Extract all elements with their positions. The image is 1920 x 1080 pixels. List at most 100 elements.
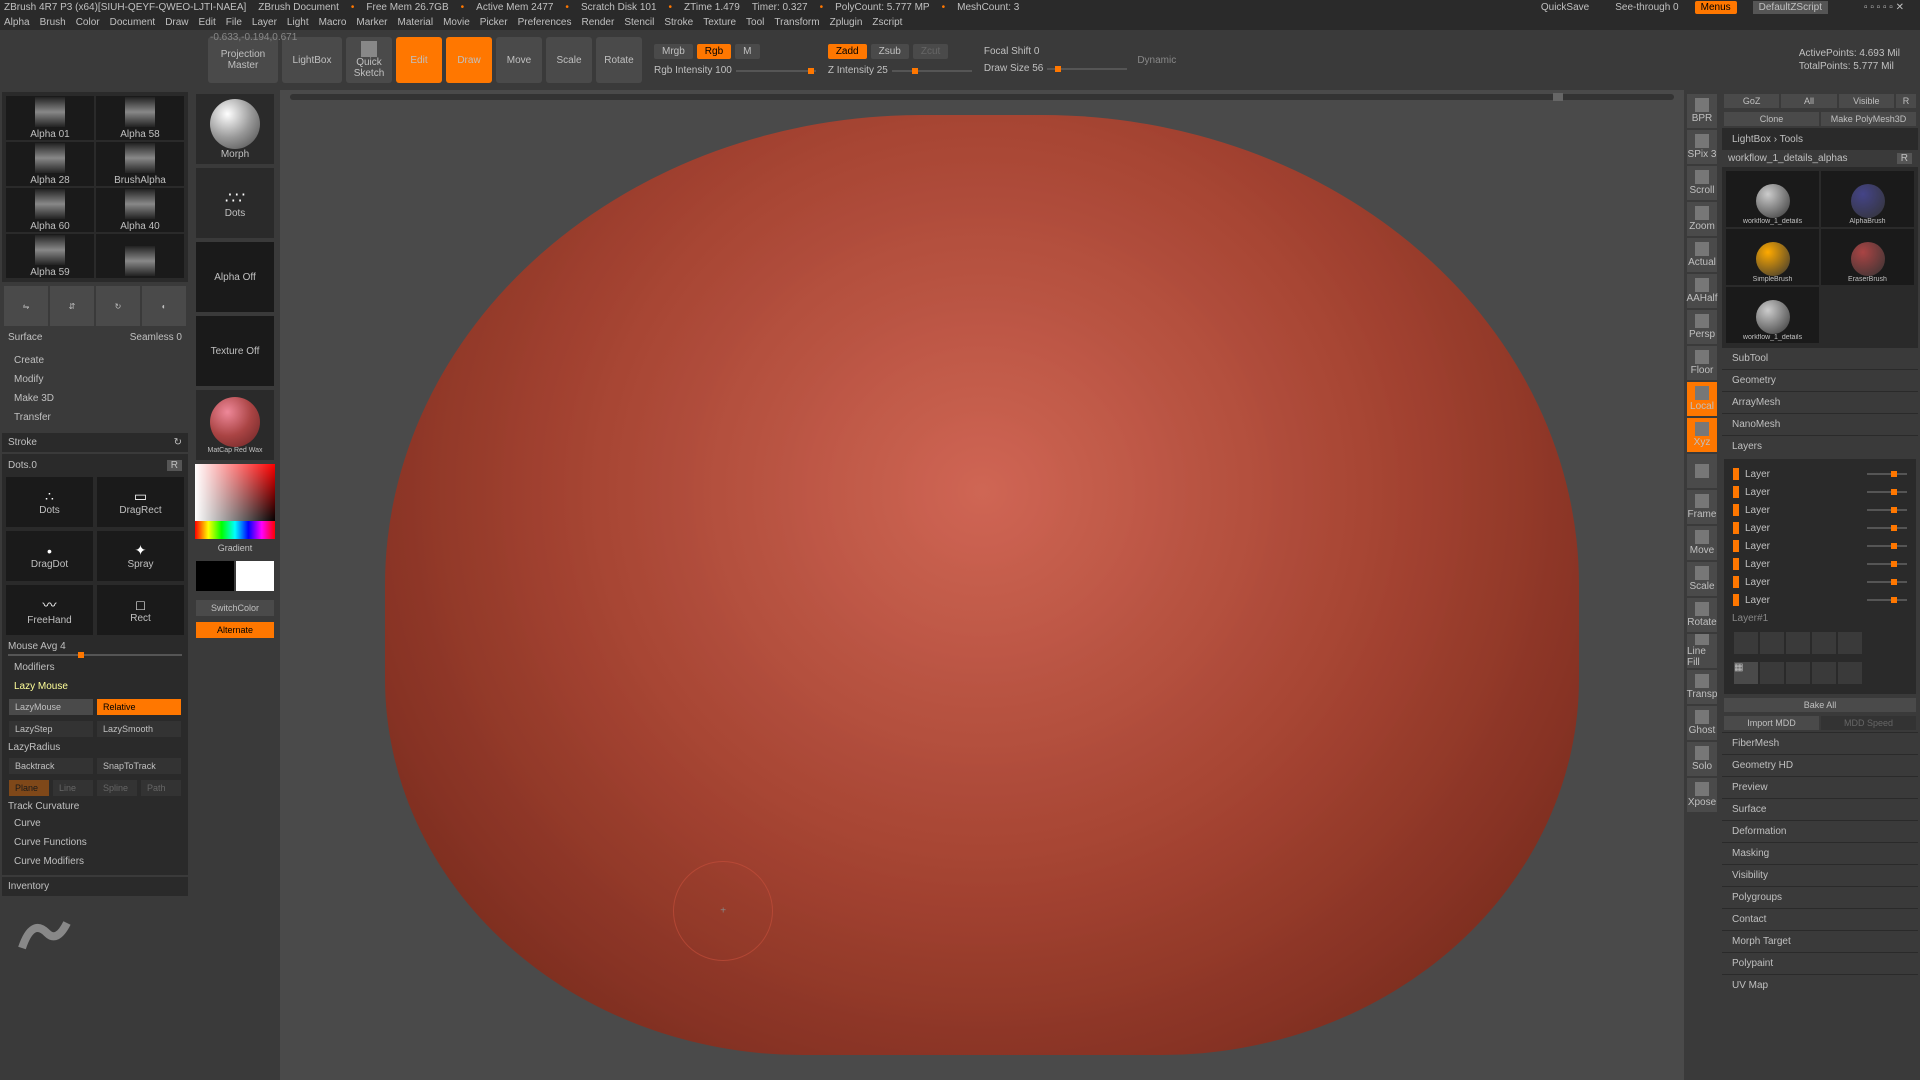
tool-brush[interactable]: AlphaBrush <box>1821 171 1914 227</box>
window-controls[interactable]: ▫ ▫ ▫ ▫ ▫ ✕ <box>1864 2 1904 13</box>
tool-brush[interactable]: SimpleBrush <box>1726 229 1819 285</box>
menu-color[interactable]: Color <box>76 17 100 28</box>
layer-c2[interactable] <box>1760 662 1784 684</box>
switchcolor-button[interactable]: SwitchColor <box>196 600 274 616</box>
morph-brush[interactable]: Morph <box>196 94 274 164</box>
lazymouse-toggle[interactable]: LazyMouse <box>9 699 93 715</box>
seethrough[interactable]: See-through 0 <box>1615 2 1678 13</box>
nav-xpose[interactable]: Xpose <box>1687 778 1717 812</box>
layer-c5[interactable] <box>1838 662 1862 684</box>
alpha-cell[interactable]: Alpha 59 <box>6 234 94 278</box>
section-contact[interactable]: Contact <box>1722 908 1918 930</box>
nav-spix-3[interactable]: SPix 3 <box>1687 130 1717 164</box>
scale-button[interactable]: Scale <box>546 37 592 83</box>
nav-rotate[interactable]: Rotate <box>1687 598 1717 632</box>
make3d-item[interactable]: Make 3D <box>6 389 184 408</box>
lightbox-button[interactable]: LightBox <box>282 37 342 83</box>
stroke-dots[interactable]: ∴Dots <box>6 477 93 527</box>
layer-new[interactable] <box>1760 632 1784 654</box>
nav-scale[interactable]: Scale <box>1687 562 1717 596</box>
modify-item[interactable]: Modify <box>6 370 184 389</box>
layer-row[interactable]: Layer <box>1730 483 1910 501</box>
draw-button[interactable]: Draw <box>446 37 492 83</box>
import-mdd-button[interactable]: Import MDD <box>1724 716 1819 730</box>
menu-picker[interactable]: Picker <box>480 17 508 28</box>
r-button[interactable]: R <box>1896 94 1916 108</box>
nav-move[interactable]: Move <box>1687 526 1717 560</box>
seamless-label[interactable]: Seamless 0 <box>130 332 182 343</box>
gradient-label[interactable]: Gradient <box>218 543 253 553</box>
color-swatch-white[interactable] <box>236 561 274 591</box>
inventory-header[interactable]: Inventory <box>2 877 188 896</box>
menu-movie[interactable]: Movie <box>443 17 470 28</box>
menu-texture[interactable]: Texture <box>703 17 736 28</box>
reset-icon[interactable]: ↻ <box>174 437 182 448</box>
timeline[interactable] <box>290 94 1674 100</box>
nav-line-fill[interactable]: Line Fill <box>1687 634 1717 668</box>
section-nanomesh[interactable]: NanoMesh <box>1722 413 1918 435</box>
nav-actual[interactable]: Actual <box>1687 238 1717 272</box>
clone-button[interactable]: Clone <box>1724 112 1819 126</box>
layer-del[interactable] <box>1838 632 1862 654</box>
section-subtool[interactable]: SubTool <box>1722 347 1918 369</box>
alpha-cell[interactable]: BrushAlpha <box>96 142 184 186</box>
mdd-speed[interactable]: MDD Speed <box>1821 716 1916 730</box>
alpha-cell[interactable]: Alpha 40 <box>96 188 184 232</box>
section-layers[interactable]: Layers <box>1722 435 1918 457</box>
curve-func-item[interactable]: Curve Functions <box>6 833 184 852</box>
nav-persp[interactable]: Persp <box>1687 310 1717 344</box>
stroke-spray[interactable]: ✦Spray <box>97 531 184 581</box>
r-button-2[interactable]: R <box>1897 153 1912 164</box>
nav-transp[interactable]: Transp <box>1687 670 1717 704</box>
color-picker[interactable] <box>195 464 275 539</box>
menu-alpha[interactable]: Alpha <box>4 17 30 28</box>
nav-frame[interactable]: Frame <box>1687 490 1717 524</box>
curve-item[interactable]: Curve <box>6 814 184 833</box>
zsub-button[interactable]: Zsub <box>871 44 909 59</box>
menu-tool[interactable]: Tool <box>746 17 764 28</box>
menu-file[interactable]: File <box>226 17 242 28</box>
nav-xyz[interactable]: Xyz <box>1687 418 1717 452</box>
all-button[interactable]: All <box>1781 94 1836 108</box>
menus-button[interactable]: Menus <box>1695 1 1737 14</box>
z-intensity[interactable]: Z Intensity 25 <box>828 65 888 76</box>
section-surface[interactable]: Surface <box>1722 798 1918 820</box>
nav-[interactable] <box>1687 454 1717 488</box>
nav-ghost[interactable]: Ghost <box>1687 706 1717 740</box>
nav-aahalf[interactable]: AAHalf <box>1687 274 1717 308</box>
alpha-thumb[interactable]: Alpha Off <box>196 242 274 312</box>
layer-c4[interactable] <box>1812 662 1836 684</box>
viewport[interactable] <box>280 90 1684 1080</box>
stroke-dragdot[interactable]: •DragDot <box>6 531 93 581</box>
menu-document[interactable]: Document <box>110 17 156 28</box>
layer-c1[interactable]: ▦ <box>1734 662 1758 684</box>
menu-draw[interactable]: Draw <box>165 17 188 28</box>
nav-scroll[interactable]: Scroll <box>1687 166 1717 200</box>
layer-down[interactable] <box>1812 632 1836 654</box>
menu-macro[interactable]: Macro <box>319 17 347 28</box>
alpha-cell[interactable]: Alpha 58 <box>96 96 184 140</box>
lightbox-tools[interactable]: LightBox › Tools <box>1722 128 1918 150</box>
move-button[interactable]: Move <box>496 37 542 83</box>
create-item[interactable]: Create <box>6 351 184 370</box>
section-polypaint[interactable]: Polypaint <box>1722 952 1918 974</box>
bake-all-button[interactable]: Bake All <box>1724 698 1916 712</box>
alpha-cell[interactable]: Alpha 01 <box>6 96 94 140</box>
edit-button[interactable]: Edit <box>396 37 442 83</box>
alpha-cell[interactable] <box>96 234 184 278</box>
dynamic-button[interactable]: Dynamic <box>1137 55 1176 66</box>
stroke-thumb[interactable]: ∴∵Dots <box>196 168 274 238</box>
rotate-button[interactable]: Rotate <box>596 37 642 83</box>
lazymouse-header[interactable]: Lazy Mouse <box>6 677 184 696</box>
alpha-cell[interactable]: Alpha 60 <box>6 188 94 232</box>
section-deformation[interactable]: Deformation <box>1722 820 1918 842</box>
tool-brush[interactable]: workflow_1_details <box>1726 171 1819 227</box>
section-polygroups[interactable]: Polygroups <box>1722 886 1918 908</box>
menu-light[interactable]: Light <box>287 17 309 28</box>
layer-row[interactable]: Layer <box>1730 573 1910 591</box>
visible-button[interactable]: Visible <box>1839 94 1894 108</box>
rgb-intensity[interactable]: Rgb Intensity 100 <box>654 65 732 76</box>
menu-stencil[interactable]: Stencil <box>624 17 654 28</box>
flip-h-button[interactable]: ⇋ <box>4 286 48 326</box>
focal-shift[interactable]: Focal Shift 0 <box>984 46 1040 57</box>
